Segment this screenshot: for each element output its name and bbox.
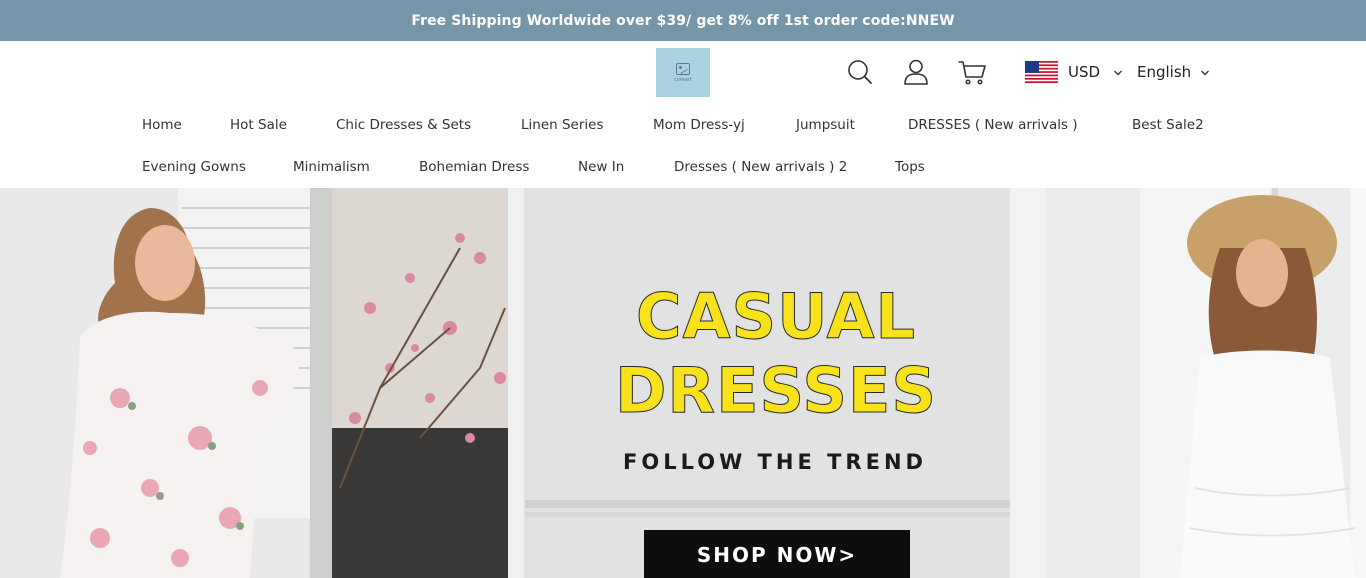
- nav-dresses-new-arrivals[interactable]: DRESSES ( New arrivals ): [908, 117, 1078, 133]
- announcement-text: Free Shipping Worldwide over $39/ get 8%…: [411, 12, 955, 29]
- announcement-bar: Free Shipping Worldwide over $39/ get 8%…: [0, 0, 1366, 41]
- hero-title-line1: CASUAL: [635, 280, 917, 353]
- nav-new-in[interactable]: New In: [578, 159, 624, 175]
- search-icon[interactable]: [845, 57, 875, 87]
- nav-home[interactable]: Home: [142, 117, 182, 133]
- nav-hot-sale[interactable]: Hot Sale: [230, 117, 287, 133]
- hero-banner[interactable]: CASUAL DRESSES FOLLOW THE TREND SHOP NOW…: [0, 188, 1366, 578]
- shop-now-button[interactable]: SHOP NOW>: [644, 530, 910, 578]
- nav-minimalism[interactable]: Minimalism: [293, 159, 370, 175]
- us-flag-icon[interactable]: [1025, 61, 1058, 83]
- account-icon[interactable]: [901, 57, 931, 87]
- nav-linen-series[interactable]: Linen Series: [521, 117, 604, 133]
- logo-image-icon: [676, 62, 690, 75]
- chevron-down-icon[interactable]: [1200, 68, 1210, 78]
- chevron-down-icon[interactable]: [1113, 68, 1123, 78]
- hero-title-line2: DRESSES: [614, 354, 938, 427]
- nav-tops[interactable]: Tops: [895, 159, 925, 175]
- nav-chic-dresses-sets[interactable]: Chic Dresses & Sets: [336, 117, 471, 133]
- nav-mom-dress[interactable]: Mom Dress-yj: [653, 117, 745, 133]
- nav-best-sale2[interactable]: Best Sale2: [1132, 117, 1204, 133]
- currency-selector[interactable]: USD: [1068, 63, 1100, 81]
- logo-text: coreart: [674, 76, 692, 83]
- nav-bohemian-dress[interactable]: Bohemian Dress: [419, 159, 529, 175]
- nav-jumpsuit[interactable]: Jumpsuit: [796, 117, 855, 133]
- site-header: coreart USD English Home Hot Sale Chic D…: [0, 41, 1366, 188]
- store-logo[interactable]: coreart: [656, 48, 710, 97]
- hero-subtitle: FOLLOW THE TREND: [623, 450, 927, 474]
- nav-evening-gowns[interactable]: Evening Gowns: [142, 159, 246, 175]
- language-selector[interactable]: English: [1137, 63, 1191, 81]
- cart-icon[interactable]: [957, 57, 987, 87]
- nav-dresses-new-arrivals-2[interactable]: Dresses ( New arrivals ) 2: [674, 159, 847, 175]
